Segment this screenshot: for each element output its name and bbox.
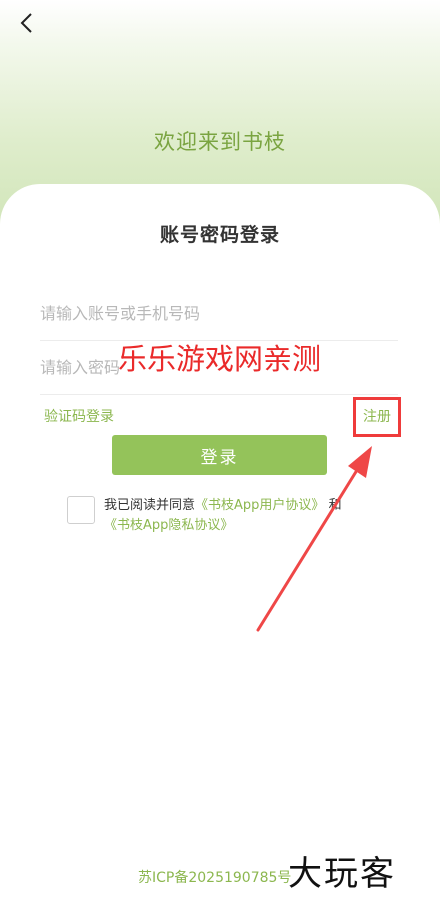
register-highlight-box [353,397,401,437]
icp-record: 苏ICP备2025190785号 [138,870,292,886]
agreement-text: 我已阅读并同意《书枝App用户协议》 和 [104,494,342,513]
agreement-text-line2: 《书枝App隐私协议》 [104,514,233,533]
agreement-checkbox[interactable] [67,496,95,524]
agreement-prefix: 我已阅读并同意 [104,498,196,513]
login-card [0,184,440,910]
back-button[interactable] [12,8,42,38]
sms-login-link[interactable]: 验证码登录 [44,406,114,426]
watermark-text: 乐乐游戏网亲测 [118,342,322,376]
password-divider [40,394,398,395]
account-input[interactable] [40,298,398,328]
chevron-left-icon [20,13,32,33]
welcome-title: 欢迎来到书枝 [154,130,286,154]
privacy-policy-link[interactable]: 《书枝App隐私协议》 [104,518,233,533]
site-logo: 大玩客 [288,854,396,894]
agreement-and: 和 [328,498,342,513]
login-form-title: 账号密码登录 [159,224,280,246]
user-agreement-link[interactable]: 《书枝App用户协议》 [195,498,324,513]
login-button[interactable]: 登录 [112,435,327,475]
